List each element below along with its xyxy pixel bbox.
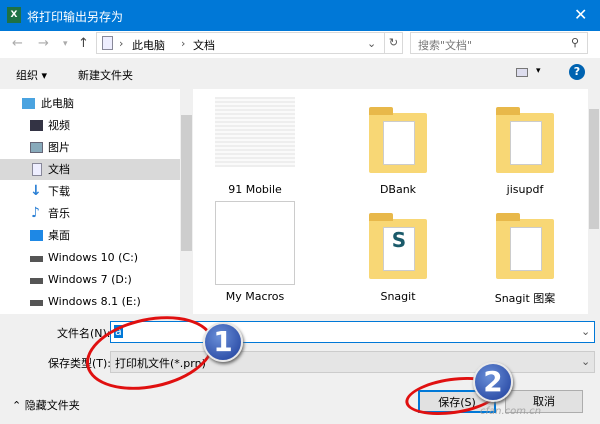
file-item-snagit[interactable]: S Snagit xyxy=(338,201,458,311)
folder-icon xyxy=(496,213,554,279)
drive-icon xyxy=(30,256,43,262)
chevron-down-icon[interactable]: ⌄ xyxy=(581,355,590,368)
sidebar-item-label: 桌面 xyxy=(48,229,70,242)
document-preview xyxy=(510,227,542,271)
document-preview xyxy=(510,121,542,165)
file-item-91-mobile[interactable]: 91 Mobile xyxy=(195,93,315,203)
sidebar-item-this-pc[interactable]: 此电脑 xyxy=(0,93,180,114)
file-name: My Macros xyxy=(225,290,285,303)
breadcrumb-documents[interactable]: 文档 xyxy=(193,37,215,53)
help-button[interactable]: ? xyxy=(569,64,585,80)
sidebar-item-label: 下载 xyxy=(48,185,70,198)
document-preview xyxy=(383,121,415,165)
folder-icon: S xyxy=(369,213,427,279)
file-list-scrollbar[interactable] xyxy=(588,89,600,314)
sidebar-item-label: 此电脑 xyxy=(41,97,74,110)
sidebar-item-videos[interactable]: 视频 xyxy=(0,115,180,136)
annotation-badge-1: 1 xyxy=(203,322,243,362)
blank-thumbnail xyxy=(215,201,295,285)
address-bar[interactable]: › 此电脑 › 文档 ⌄ ↻ xyxy=(96,32,403,54)
file-name: 91 Mobile xyxy=(228,183,282,196)
excel-app-icon: X xyxy=(7,7,21,23)
back-button[interactable]: ← xyxy=(12,36,23,51)
sidebar-item-drive-d[interactable]: Windows 7 (D:) xyxy=(0,269,180,290)
sidebar-item-label: 视频 xyxy=(48,119,70,132)
new-folder-button[interactable]: 新建文件夹 xyxy=(78,67,133,83)
sidebar-item-drive-e[interactable]: Windows 8.1 (E:) xyxy=(0,291,180,312)
image-thumbnail xyxy=(215,97,295,167)
forward-button[interactable]: → xyxy=(38,36,49,51)
window-title: 将打印输出另存为 xyxy=(27,10,124,24)
file-name: jisupdf xyxy=(506,183,544,196)
breadcrumb-this-pc[interactable]: 此电脑 xyxy=(132,37,165,53)
search-icon: ⚲ xyxy=(571,36,580,49)
pictures-icon xyxy=(30,142,43,153)
file-name: Snagit 图案 xyxy=(494,292,556,305)
close-button[interactable]: ✕ xyxy=(574,5,587,24)
hide-folders-button[interactable]: ⌃ 隐藏文件夹 xyxy=(12,397,80,413)
file-name: DBank xyxy=(379,183,417,196)
refresh-button[interactable]: ↻ xyxy=(384,33,402,53)
sidebar-item-label: Windows 8.1 (E:) xyxy=(48,295,141,308)
sidebar-item-pictures[interactable]: 图片 xyxy=(0,137,180,158)
document-icon xyxy=(32,163,42,176)
file-list: 91 Mobile DBank jisupdf My Macros S Snag… xyxy=(193,89,588,314)
search-input[interactable]: 搜索"文档" ⚲ xyxy=(410,32,588,54)
snagit-preview: S xyxy=(383,227,415,271)
annotation-badge-2: 2 xyxy=(473,362,513,402)
scrollbar-thumb[interactable] xyxy=(181,115,192,251)
file-item-my-macros[interactable]: My Macros xyxy=(195,201,315,311)
scrollbar-thumb[interactable] xyxy=(589,109,599,229)
sidebar-item-downloads[interactable]: ↓ 下载 xyxy=(0,181,180,202)
folder-icon xyxy=(369,107,427,173)
title-bar: X 将打印输出另存为 ✕ xyxy=(0,0,600,31)
organize-button[interactable]: 组织 ▾ xyxy=(16,67,47,83)
chevron-down-icon[interactable]: ⌄ xyxy=(581,325,590,338)
file-item-snagit-images[interactable]: Snagit 图案 xyxy=(465,201,585,311)
view-icon[interactable] xyxy=(516,68,528,77)
sidebar-item-label: 图片 xyxy=(48,141,70,154)
watermark: cfan.com.cn xyxy=(480,406,542,417)
drive-icon xyxy=(30,278,43,284)
up-button[interactable]: ↑ xyxy=(78,36,89,51)
drive-icon xyxy=(30,300,43,306)
hide-folders-label: 隐藏文件夹 xyxy=(24,399,80,412)
sidebar-item-music[interactable]: ♪ 音乐 xyxy=(0,203,180,224)
sidebar-item-desktop[interactable]: 桌面 xyxy=(0,225,180,246)
folder-icon xyxy=(496,107,554,173)
sidebar-item-documents[interactable]: 文档 xyxy=(0,159,180,180)
view-dropdown[interactable]: ▾ xyxy=(536,66,541,76)
file-item-jisupdf[interactable]: jisupdf xyxy=(465,93,585,203)
sidebar-item-drive-c[interactable]: Windows 10 (C:) xyxy=(0,247,180,268)
document-icon xyxy=(102,36,113,50)
chevron-up-icon: ⌃ xyxy=(12,399,22,412)
video-icon xyxy=(30,120,43,131)
computer-icon xyxy=(22,98,35,109)
sidebar-item-label: 音乐 xyxy=(48,207,70,220)
search-placeholder: 搜索"文档" xyxy=(418,39,473,52)
download-icon: ↓ xyxy=(30,183,42,199)
file-item-dbank[interactable]: DBank xyxy=(338,93,458,203)
sidebar-item-label: Windows 10 (C:) xyxy=(48,251,139,264)
sidebar-item-label: 文档 xyxy=(48,163,70,176)
chevron-down-icon[interactable]: ⌄ xyxy=(367,37,376,50)
file-name: Snagit xyxy=(380,290,416,303)
toolbar: 组织 ▾ 新建文件夹 ▾ ? xyxy=(0,58,600,89)
sidebar-scrollbar[interactable] xyxy=(180,89,193,314)
music-icon: ♪ xyxy=(31,205,40,221)
recent-dropdown[interactable]: ▾ xyxy=(63,39,68,49)
navigation-pane: 此电脑 视频 图片 文档 ↓ 下载 ♪ 音乐 桌面 Windows 10 (C:) … xyxy=(0,89,193,314)
sidebar-item-label: Windows 7 (D:) xyxy=(48,273,132,286)
desktop-icon xyxy=(30,230,43,241)
